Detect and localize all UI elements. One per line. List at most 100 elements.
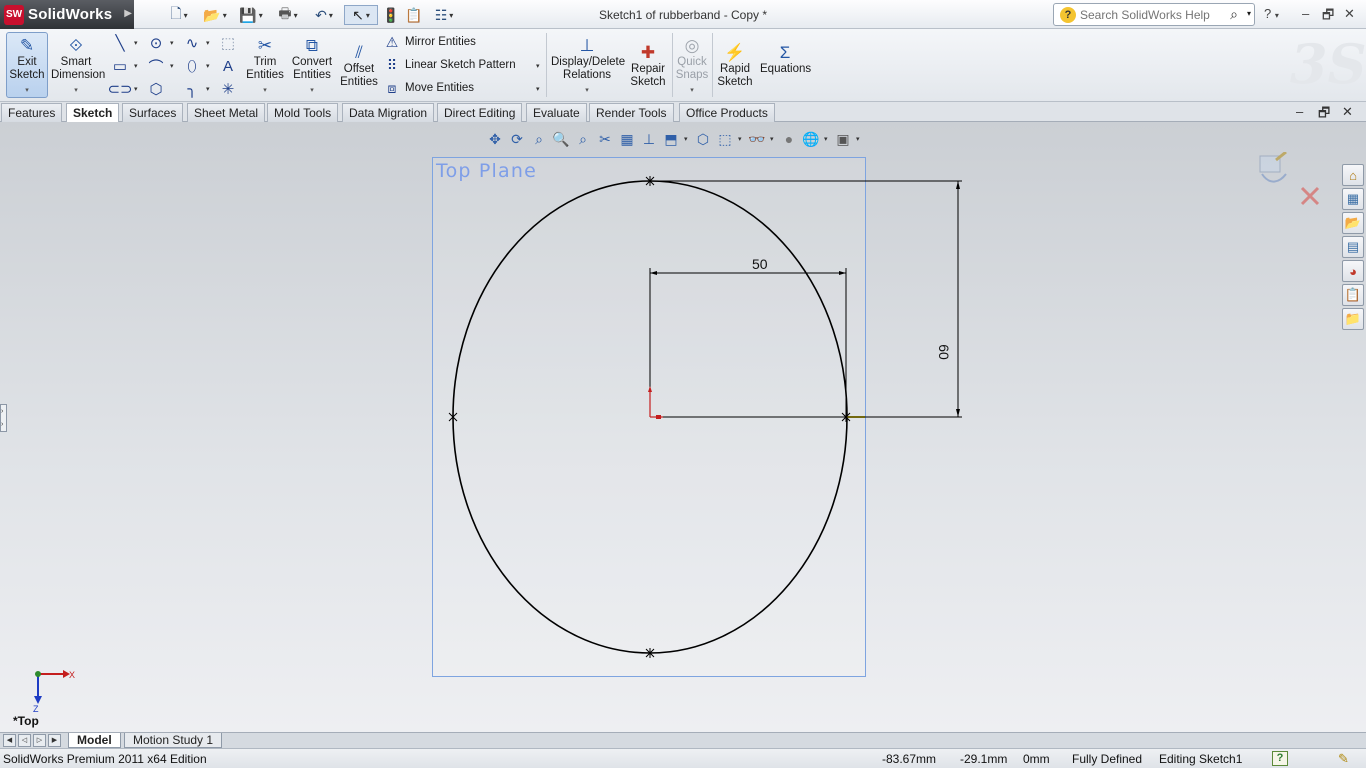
offset-entities-button[interactable]: ⫽ Offset Entities (338, 39, 380, 105)
last-tab-icon[interactable]: ▶ (48, 734, 61, 747)
arc-tool-icon[interactable]: ⌒ (146, 56, 166, 76)
move-dropdown-icon[interactable]: ▾ (536, 85, 540, 93)
smart-dimension-icon: ⟐ (69, 35, 83, 55)
fillet-tool-icon[interactable]: ╮ (182, 79, 202, 99)
help-search-input[interactable] (1080, 7, 1220, 22)
tab-mold-tools[interactable]: Mold Tools (267, 103, 339, 122)
line-tool-icon[interactable]: ╲ (110, 33, 130, 53)
fillet-dropdown-icon[interactable]: ▾ (206, 85, 210, 93)
mirror-entities-button[interactable]: ⚠ Mirror Entities (383, 32, 476, 52)
convert-entities-label: Convert Entities (291, 56, 333, 81)
spline-dropdown-icon[interactable]: ▾ (206, 39, 210, 47)
display-delete-relations-button[interactable]: ⊥ Display/Delete Relations ▾ (550, 32, 625, 98)
tab-surfaces[interactable]: Surfaces (122, 103, 184, 122)
vertical-dimension-value[interactable]: 60 (936, 344, 952, 360)
tab-render-tools[interactable]: Render Tools (589, 103, 674, 122)
restore-icon[interactable]: 🗗 (1322, 6, 1334, 28)
repair-sketch-button[interactable]: ✚ Repair Sketch (628, 39, 668, 105)
horizontal-dimension-value[interactable]: 50 (752, 256, 768, 272)
rebuild-button[interactable]: 🚦 (382, 5, 399, 25)
next-tab-icon[interactable]: ▷ (33, 734, 46, 747)
smart-dimension-button[interactable]: ⟐ Smart Dimension ▾ (50, 32, 105, 98)
linear-pattern-icon: ⠿ (386, 56, 398, 73)
doc-close-icon[interactable]: ✕ (1342, 104, 1353, 120)
tab-features[interactable]: Features (1, 103, 63, 122)
undo-icon: ↶ (315, 6, 327, 23)
chevron-down-icon[interactable]: ▾ (690, 84, 694, 97)
select-arrow-icon: ↖ (352, 6, 364, 23)
tab-model[interactable]: Model (68, 733, 121, 748)
close-icon[interactable]: ✕ (1344, 6, 1355, 22)
file-explorer-icon[interactable]: 📂 (1342, 212, 1364, 234)
options-button[interactable]: ☷ ▾ (428, 5, 460, 25)
pattern-dropdown-icon[interactable]: ▾ (536, 62, 540, 70)
open-button[interactable]: 📂 ▾ (200, 5, 230, 25)
triad-x-label: X (69, 670, 75, 680)
solidworks-resources-icon[interactable]: ⌂ (1342, 164, 1364, 186)
graphics-area[interactable]: ✥ ⟳ ⌕ 🔍 ⌕ ✂ ▦ ⊥ ⬒▾ ⬡ ⬚▾ 👓▾ ● 🌐▾ ▣▾ (0, 122, 1366, 732)
solidworks-forum-icon[interactable]: 📁 (1342, 308, 1364, 330)
search-icon[interactable]: ⌕ (1230, 6, 1238, 23)
construction-geometry-icon[interactable]: ⬚ (218, 33, 238, 53)
save-button[interactable]: 💾 ▾ (236, 5, 266, 25)
exit-sketch-corner-icon[interactable] (1259, 152, 1287, 183)
tab-office-products[interactable]: Office Products (679, 103, 775, 122)
print-button[interactable]: 🖶 ▾ (272, 5, 304, 25)
view-palette-icon[interactable]: ▤ (1342, 236, 1364, 258)
dim60-arrow-top (956, 181, 960, 189)
feature-manager-expand-handle[interactable]: › › (0, 404, 7, 432)
first-tab-icon[interactable]: ◀ (3, 734, 16, 747)
app-menu-button[interactable]: SW SolidWorks ▶ (0, 0, 134, 29)
cancel-sketch-corner-icon[interactable] (1300, 186, 1320, 206)
text-tool-icon[interactable]: A (218, 56, 238, 76)
line-dropdown-icon[interactable]: ▾ (134, 39, 138, 47)
prev-tab-icon[interactable]: ◁ (18, 734, 31, 747)
arc-dropdown-icon[interactable]: ▾ (170, 62, 174, 70)
help-search-box[interactable]: ? ⌕ ▾ (1053, 3, 1255, 26)
rectangle-dropdown-icon[interactable]: ▾ (134, 62, 138, 70)
chevron-down-icon[interactable]: ▾ (25, 84, 29, 97)
tab-motion-study-1[interactable]: Motion Study 1 (124, 733, 223, 748)
rapid-sketch-button[interactable]: ⚡ Rapid Sketch (715, 39, 755, 105)
doc-minimize-icon[interactable]: – (1296, 104, 1303, 119)
rectangle-tool-icon[interactable]: ▭ (110, 56, 130, 76)
point-tool-icon[interactable]: ✳ (218, 79, 238, 99)
tab-data-migration[interactable]: Data Migration (342, 103, 435, 122)
tab-direct-editing[interactable]: Direct Editing (437, 103, 523, 122)
tab-evaluate[interactable]: Evaluate (526, 103, 587, 122)
undo-button[interactable]: ↶ ▾ (308, 5, 340, 25)
ellipse-dropdown-icon[interactable]: ▾ (206, 62, 210, 70)
help-menu-button[interactable]: ? ▾ (1264, 6, 1279, 21)
custom-properties-icon[interactable]: 📋 (1342, 284, 1364, 306)
file-properties-button[interactable]: 📋 (404, 5, 424, 25)
trim-entities-button[interactable]: ✂ Trim Entities ▾ (244, 32, 286, 98)
exit-sketch-button[interactable]: ✎ Exit Sketch ▾ (6, 32, 48, 98)
circle-dropdown-icon[interactable]: ▾ (170, 39, 174, 47)
minimize-icon[interactable]: – (1302, 6, 1309, 21)
chevron-down-icon[interactable]: ▾ (263, 84, 267, 97)
spline-tool-icon[interactable]: ∿ (182, 33, 202, 53)
chevron-down-icon[interactable]: ▾ (585, 84, 589, 97)
menu-expand-icon[interactable]: ▶ (124, 8, 132, 19)
polygon-tool-icon[interactable]: ⬡ (146, 79, 166, 99)
chevron-down-icon[interactable]: ▾ (310, 84, 314, 97)
tab-sketch[interactable]: Sketch (66, 103, 120, 123)
tab-sheet-metal[interactable]: Sheet Metal (187, 103, 266, 122)
new-document-button[interactable]: 🗋 ▾ (166, 5, 192, 25)
chevron-down-icon[interactable]: ▾ (74, 84, 78, 97)
select-button[interactable]: ↖ ▾ (344, 5, 378, 25)
design-library-icon[interactable]: ▦ (1342, 188, 1364, 210)
circle-tool-icon[interactable]: ⊙ (146, 33, 166, 53)
quick-tips-icon[interactable]: ? (1272, 751, 1288, 766)
move-entities-button[interactable]: ⧈ Move Entities (383, 78, 474, 98)
linear-sketch-pattern-button[interactable]: ⠿ Linear Sketch Pattern (383, 55, 516, 75)
convert-entities-button[interactable]: ⧉ Convert Entities ▾ (288, 32, 336, 98)
appearances-scenes-icon[interactable]: ◕ (1342, 260, 1364, 282)
ellipse-tool-icon[interactable]: ⬯ (182, 56, 202, 76)
slot-tool-icon[interactable]: ⊂⊃ (107, 79, 132, 99)
sketch-canvas[interactable] (0, 122, 1366, 732)
equations-button[interactable]: Σ Equations (760, 39, 811, 105)
quick-snaps-button[interactable]: ◎ Quick Snaps ▾ (674, 32, 710, 98)
search-options-dropdown-icon[interactable]: ▾ (1247, 9, 1251, 18)
slot-dropdown-icon[interactable]: ▾ (134, 85, 138, 93)
